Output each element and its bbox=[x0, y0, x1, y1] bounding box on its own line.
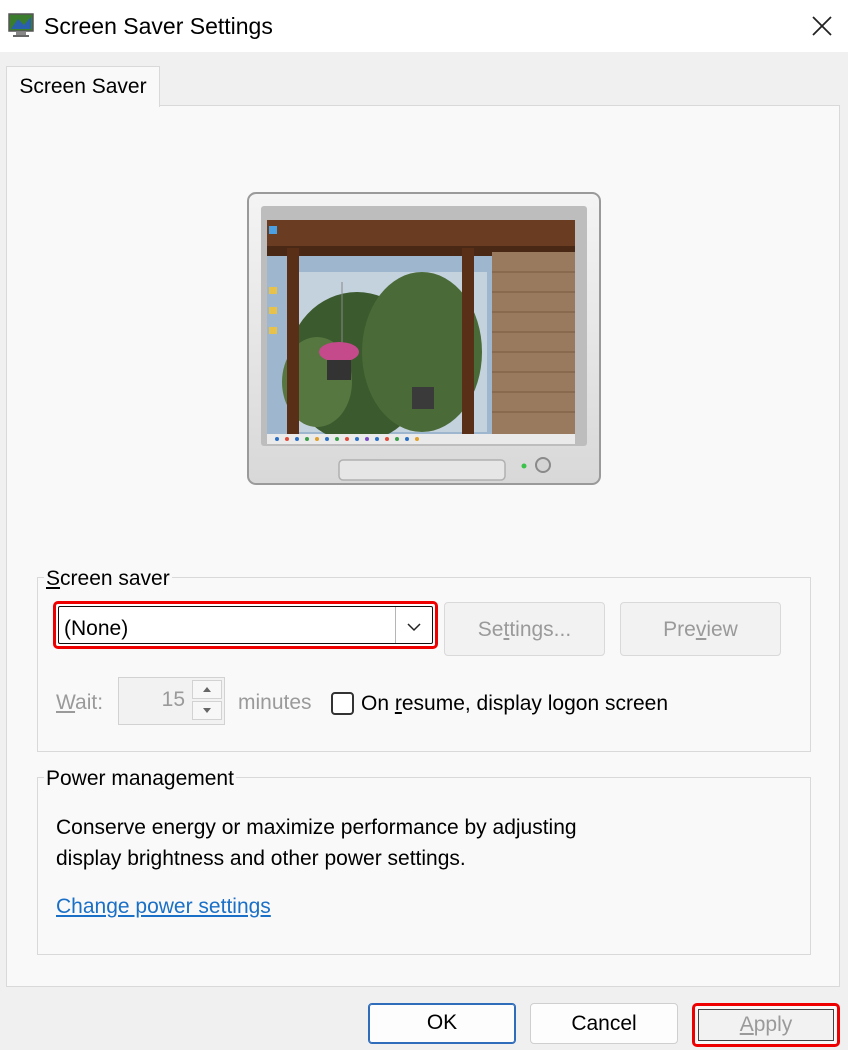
dropdown-divider bbox=[395, 607, 396, 643]
close-button[interactable] bbox=[796, 0, 848, 52]
stepper-up-button[interactable] bbox=[192, 680, 222, 699]
preview-button[interactable]: Preview bbox=[620, 602, 781, 656]
screen-saver-app-icon bbox=[8, 11, 36, 39]
close-icon bbox=[812, 16, 832, 36]
minutes-label: minutes bbox=[238, 691, 312, 714]
screen-saver-dropdown[interactable]: (None) bbox=[53, 601, 438, 649]
apply-button[interactable]: Apply bbox=[692, 1003, 840, 1047]
change-power-settings-link[interactable]: Change power settings bbox=[56, 893, 271, 921]
settings-button-label: Settings... bbox=[477, 618, 572, 641]
power-description-line2: display brightness and other power setti… bbox=[56, 847, 466, 870]
stepper-down-button[interactable] bbox=[192, 701, 222, 720]
monitor-preview bbox=[247, 192, 601, 485]
resume-logon-checkbox[interactable] bbox=[331, 692, 354, 715]
screen-saver-group-label-rest: creen saver bbox=[60, 567, 170, 590]
wait-label: Wait: bbox=[56, 691, 104, 714]
tab-screen-saver[interactable]: Screen Saver bbox=[6, 66, 160, 107]
ok-button[interactable]: OK bbox=[368, 1003, 516, 1044]
screen-saver-group-label: Screen saver bbox=[44, 566, 172, 592]
wait-minutes-stepper[interactable]: 15 bbox=[118, 677, 225, 725]
resume-logon-label[interactable]: On resume, display logon screen bbox=[361, 690, 668, 718]
settings-button[interactable]: Settings... bbox=[444, 602, 605, 656]
apply-button-label: Apply bbox=[698, 1009, 834, 1041]
wait-value: 15 bbox=[161, 688, 185, 711]
cancel-button[interactable]: Cancel bbox=[530, 1003, 678, 1044]
preview-button-label: Preview bbox=[663, 618, 738, 641]
chevron-down-icon bbox=[407, 623, 421, 632]
caret-up-icon bbox=[203, 687, 211, 692]
caret-down-icon bbox=[203, 708, 211, 713]
power-management-group-label: Power management bbox=[44, 766, 236, 792]
dropdown-inner: (None) bbox=[58, 606, 433, 644]
dropdown-selected-value: (None) bbox=[64, 617, 129, 640]
power-description-line1: Conserve energy or maximize performance … bbox=[56, 816, 577, 839]
window-title: Screen Saver Settings bbox=[44, 13, 273, 39]
